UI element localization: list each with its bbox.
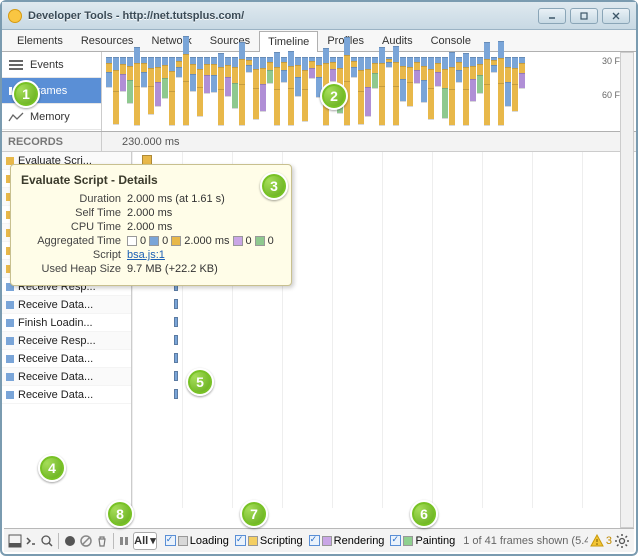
annotation-marker-7: 7: [240, 500, 268, 528]
panel-tabs: ElementsResourcesNetworkSourcesTimelineP…: [2, 30, 636, 52]
category-filters: Loading Scripting Rendering Painting: [165, 535, 455, 547]
flame-bar[interactable]: [174, 389, 178, 399]
title-bar: Developer Tools - http://net.tutsplus.co…: [2, 2, 636, 30]
record-category-dot: [6, 355, 14, 363]
record-category-dot: [6, 319, 14, 327]
annotation-marker-8: 8: [106, 500, 134, 528]
flame-bar[interactable]: [174, 371, 178, 381]
mode-memory[interactable]: Memory: [2, 104, 101, 130]
record-row[interactable]: Receive Data...: [2, 386, 131, 404]
clear-button[interactable]: [79, 531, 93, 551]
swatch-loading: [149, 236, 159, 246]
checkbox-icon: [309, 535, 320, 546]
range-label: 1 of 41 frames shown (5.498 ms – 50.027 …: [463, 535, 588, 547]
mode-events[interactable]: Events: [2, 52, 101, 78]
records-header: RECORDS: [2, 132, 102, 151]
filter-loading[interactable]: Loading: [165, 535, 229, 547]
overview-row: EventsFramesMemory 30 FPS 60 FPS: [2, 52, 636, 132]
checkbox-icon: [165, 535, 176, 546]
app-favicon: [8, 9, 22, 23]
record-row[interactable]: Receive Data...: [2, 368, 131, 386]
flame-bar[interactable]: [174, 317, 178, 327]
window-buttons: [538, 8, 630, 24]
search-button[interactable]: [40, 531, 54, 551]
maximize-button[interactable]: [570, 8, 598, 24]
memory-icon: [8, 111, 24, 123]
record-row[interactable]: Receive Resp...: [2, 332, 131, 350]
window-title: Developer Tools - http://net.tutsplus.co…: [28, 10, 244, 22]
tab-elements[interactable]: Elements: [8, 30, 72, 51]
swatch-idle: [127, 236, 137, 246]
records-header-row: RECORDS 230.000 ms: [2, 132, 636, 152]
glue-button[interactable]: [117, 531, 131, 551]
annotation-marker-5: 5: [186, 368, 214, 396]
annotation-marker-2: 2: [320, 82, 348, 110]
record-category-dot: [6, 301, 14, 309]
tab-network[interactable]: Network: [142, 30, 200, 51]
warnings-badge[interactable]: 3: [590, 534, 612, 548]
annotation-marker-1: 1: [12, 80, 40, 108]
events-icon: [8, 59, 24, 71]
close-button[interactable]: [602, 8, 630, 24]
record-category-dot: [6, 373, 14, 381]
script-link[interactable]: bsa.js:1: [127, 249, 165, 261]
flame-bar[interactable]: [174, 335, 178, 345]
settings-button[interactable]: [614, 533, 630, 549]
tab-sources[interactable]: Sources: [201, 30, 259, 51]
swatch-scripting: [171, 236, 181, 246]
chevron-down-icon: ▾: [150, 534, 156, 547]
annotation-marker-6: 6: [410, 500, 438, 528]
swatch-painting: [255, 236, 265, 246]
detail-tooltip: Evaluate Script - Details Duration2.000 …: [10, 164, 292, 286]
annotation-marker-3: 3: [260, 172, 288, 200]
filter-all-button[interactable]: All▾: [133, 532, 157, 550]
tab-resources[interactable]: Resources: [72, 30, 143, 51]
record-row[interactable]: Finish Loadin...: [2, 314, 131, 332]
flame-bar[interactable]: [174, 299, 178, 309]
record-row[interactable]: Receive Data...: [2, 296, 131, 314]
annotation-marker-4: 4: [38, 454, 66, 482]
tab-timeline[interactable]: Timeline: [259, 31, 318, 52]
filter-rendering[interactable]: Rendering: [309, 535, 385, 547]
console-toggle[interactable]: [24, 531, 38, 551]
filter-painting[interactable]: Painting: [390, 535, 455, 547]
dock-button[interactable]: [8, 531, 22, 551]
flame-bar[interactable]: [174, 353, 178, 363]
record-category-dot: [6, 391, 14, 399]
gc-button[interactable]: [95, 531, 109, 551]
checkbox-icon: [235, 535, 246, 546]
tooltip-title: Evaluate Script - Details: [21, 173, 281, 187]
time-ruler-label: 230.000 ms: [102, 136, 199, 148]
vertical-scrollbar[interactable]: [620, 52, 634, 528]
filter-scripting[interactable]: Scripting: [235, 535, 303, 547]
record-row[interactable]: Receive Data...: [2, 350, 131, 368]
swatch-rendering: [233, 236, 243, 246]
tab-console[interactable]: Console: [422, 30, 480, 51]
record-button[interactable]: [63, 531, 77, 551]
frame-overview[interactable]: 30 FPS 60 FPS: [102, 52, 636, 131]
status-bar: All▾ Loading Scripting Rendering Painting 1…: [4, 528, 634, 552]
minimize-button[interactable]: [538, 8, 566, 24]
checkbox-icon: [390, 535, 401, 546]
record-category-dot: [6, 337, 14, 345]
